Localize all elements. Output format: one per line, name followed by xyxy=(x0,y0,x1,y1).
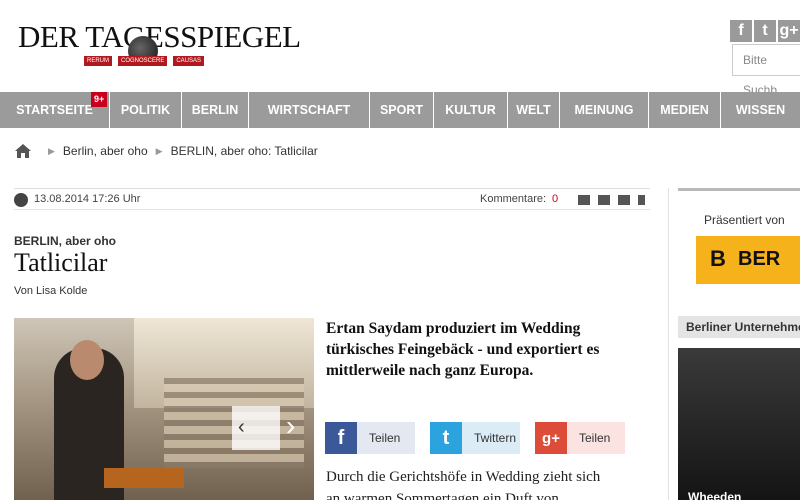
contact-icon[interactable] xyxy=(578,195,590,205)
mail-icon[interactable] xyxy=(598,195,610,205)
article-lead: Ertan Saydam produziert im Wedding türki… xyxy=(326,320,600,379)
chevron-right-icon: ▶ xyxy=(155,145,163,156)
nav-item-medien[interactable]: MEDIEN xyxy=(649,92,721,128)
facebook-share-button[interactable]: f Teilen xyxy=(325,422,415,454)
sponsor-logo-text: BER xyxy=(738,248,781,270)
photo-tray xyxy=(104,468,184,488)
article-title: Tatlicilar xyxy=(14,248,108,277)
breadcrumb: ▶ Berlin, aber oho ▶ BERLIN, aber oho: T… xyxy=(14,143,318,159)
article-tools xyxy=(578,195,645,205)
logo-ribbon-word: CAUSAS xyxy=(173,56,204,66)
nav-item-sport[interactable]: SPORT xyxy=(370,92,434,128)
facebook-icon[interactable]: f xyxy=(730,20,752,42)
logo-ribbon: RERUM COGNOSCERE CAUSAS xyxy=(84,56,204,66)
google-plus-icon[interactable]: g+ xyxy=(778,20,800,42)
gallery-next-icon[interactable]: › xyxy=(286,410,295,442)
share-buttons: f Teilen t Twittern g+ Teilen xyxy=(325,422,625,454)
social-links: f t g+ xyxy=(730,20,800,42)
search-input[interactable]: Bitte Suchb xyxy=(732,44,800,97)
logo-ribbon-word: RERUM xyxy=(84,56,112,66)
nav-item-wissen[interactable]: WISSEN xyxy=(721,92,800,128)
main-nav: STARTSEITE POLITIK BERLIN WIRTSCHAFT SPO… xyxy=(0,92,800,128)
nav-item-politik[interactable]: POLITIK xyxy=(110,92,182,128)
article-photo[interactable]: ‹ › xyxy=(14,318,314,500)
bookmark-icon[interactable] xyxy=(638,195,645,205)
print-icon[interactable] xyxy=(618,195,630,205)
comments-count: 0 xyxy=(552,193,559,205)
nav-item-welt[interactable]: WELT xyxy=(508,92,560,128)
article-author: Von Lisa Kolde xyxy=(14,285,88,297)
photo-person-head xyxy=(70,340,104,380)
logo[interactable]: DER TAGESSPIEGEL RERUM COGNOSCERE CAUSAS xyxy=(18,20,301,76)
article-meta: 13.08.2014 17:26 Uhr Kommentare: 0 xyxy=(14,188,650,210)
twitter-icon: t xyxy=(430,422,462,454)
nav-item-kultur[interactable]: KULTUR xyxy=(434,92,508,128)
presented-by-label: Präsentiert von xyxy=(704,213,785,227)
twitter-icon[interactable]: t xyxy=(754,20,776,42)
facebook-icon: f xyxy=(325,422,357,454)
nav-item-berlin[interactable]: BERLIN xyxy=(182,92,249,128)
google-plus-icon: g+ xyxy=(535,422,567,454)
twitter-share-label: Twittern xyxy=(474,431,517,445)
google-plus-share-label: Teilen xyxy=(579,431,611,445)
logo-ribbon-word: COGNOSCERE xyxy=(117,56,168,66)
facebook-share-label: Teilen xyxy=(369,431,401,445)
sidebar-section-header[interactable]: Berliner Unternehmen xyxy=(678,316,800,338)
home-icon[interactable] xyxy=(14,143,32,159)
comments-label: Kommentare: xyxy=(480,193,547,205)
column-divider xyxy=(668,188,669,500)
breadcrumb-item[interactable]: Berlin, aber oho xyxy=(63,144,148,158)
article-body: Durch die Gerichtshöfe in Wedding zieht … xyxy=(326,469,601,500)
globe-icon xyxy=(14,193,28,207)
gallery-prev-icon[interactable]: ‹ xyxy=(238,416,245,439)
comments-link[interactable]: Kommentare: 0 xyxy=(480,193,558,205)
nav-item-wirtschaft[interactable]: WIRTSCHAFT xyxy=(249,92,370,128)
sponsor-logo[interactable]: B BER xyxy=(696,236,800,284)
sidebar-photo-caption: Wheeden xyxy=(688,490,742,500)
sidebar-top-bar xyxy=(678,188,800,191)
breadcrumb-item[interactable]: BERLIN, aber oho: Tatlicilar xyxy=(171,144,318,158)
google-plus-share-button[interactable]: g+ Teilen xyxy=(535,422,625,454)
article-kicker[interactable]: BERLIN, aber oho xyxy=(14,234,116,248)
chevron-right-icon: ▶ xyxy=(48,145,55,156)
sponsor-logo-mark: B xyxy=(710,246,726,271)
notification-badge[interactable]: 9+ xyxy=(91,92,108,107)
sidebar-photo[interactable]: Wheeden xyxy=(678,348,800,500)
article-date: 13.08.2014 17:26 Uhr xyxy=(34,193,141,205)
twitter-share-button[interactable]: t Twittern xyxy=(430,422,520,454)
nav-item-meinung[interactable]: MEINUNG xyxy=(560,92,649,128)
